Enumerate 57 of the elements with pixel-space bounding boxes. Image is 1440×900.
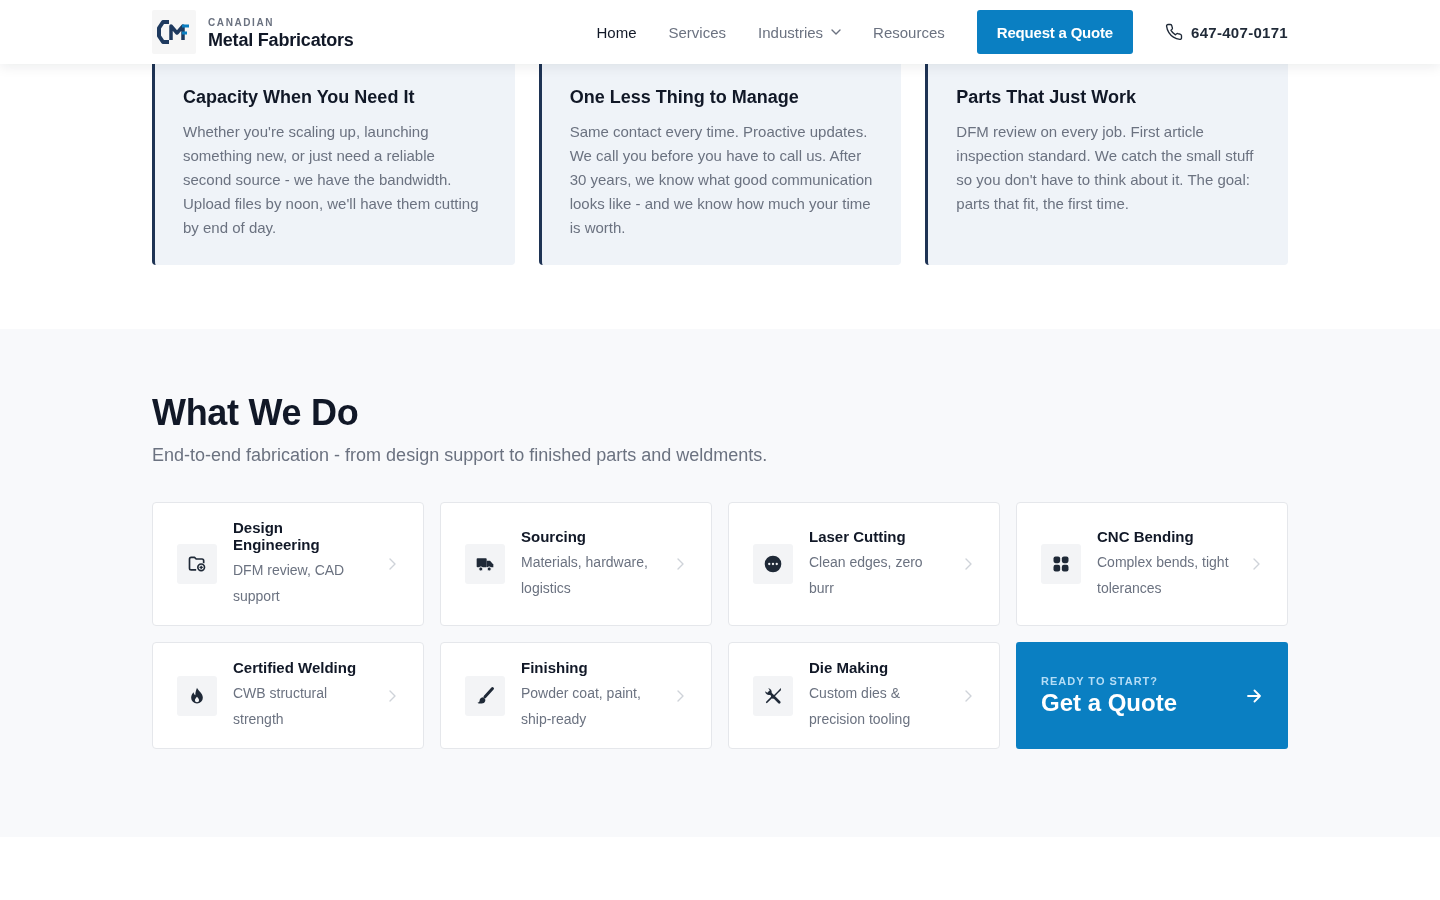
section-heading: What We Do: [152, 391, 360, 435]
logo-wordmark[interactable]: Metal Fabricators: [208, 30, 354, 49]
nav-link[interactable]: Industries: [758, 23, 842, 41]
service-description: CWB structural strength: [233, 684, 329, 729]
service-card[interactable]: Laser Cutting Clean edges, zero burr: [728, 502, 1000, 626]
cta-eyebrow: READY TO START?: [1041, 673, 1160, 688]
logo-mark-icon[interactable]: [152, 10, 196, 54]
request-quote-button[interactable]: Request a Quote: [976, 10, 1133, 54]
feature-title: Parts That Just Work: [956, 86, 1138, 109]
service-description: Complex bends, tight tolerances: [1097, 552, 1230, 598]
paintbrush-icon: [465, 675, 505, 716]
arrow-right-icon: [1247, 688, 1261, 703]
phone-link[interactable]: 647-407-0171: [1165, 23, 1288, 41]
feature-text: Same contact every time. Proactive updates. We call you before you have to call us. After 30 years, we know what good communication looks like - and we know how much your time is worth.: [569, 122, 874, 238]
chevron-right-icon: [965, 558, 972, 570]
service-title: Design Engineering: [233, 519, 321, 553]
service-description: Custom dies & precision tooling: [809, 684, 912, 729]
chevron-right-icon: [677, 558, 684, 570]
service-title: Laser Cutting: [809, 527, 907, 545]
service-title: Sourcing: [521, 527, 587, 545]
flame-icon: [177, 675, 217, 716]
nav-link[interactable]: Resources: [873, 23, 945, 41]
service-card[interactable]: Certified Welding CWB structural strength: [152, 642, 424, 749]
service-card[interactable]: Design Engineering DFM review, CAD support: [152, 502, 424, 626]
feature-title: Capacity When You Need It: [183, 86, 416, 109]
caret-icon: [831, 29, 842, 35]
chevron-right-icon: [389, 689, 396, 702]
chevron-right-icon: [965, 689, 972, 702]
section-subheading: End-to-end fabrication - from design support to finished parts and weldments.: [152, 444, 769, 467]
chevron-right-icon: [389, 558, 396, 570]
folder-plus-icon: [177, 544, 217, 584]
wrench-screwdriver-icon: [753, 675, 793, 716]
feature-text: Whether you're scaling up, launching something new, or just need a reliable second source - we have the bandwidth. Upload files by noon, we'll have them cutting by end of day.: [183, 122, 480, 238]
feature-text: DFM review on every job. First article inspection standard. We catch the small stuff so you don't have to think about it. The goal: parts that fit, the first time.: [956, 122, 1255, 214]
service-title: Certified Welding: [233, 659, 358, 676]
get-quote-card[interactable]: READY TO START? Get a Quote: [1016, 642, 1288, 749]
service-card[interactable]: Sourcing Materials, hardware, logistics: [440, 502, 712, 626]
service-title: CNC Bending: [1097, 527, 1195, 545]
chevron-right-icon: [1253, 558, 1260, 570]
grid-icon: [1041, 544, 1081, 584]
nav-link[interactable]: Services: [668, 23, 727, 41]
service-title: Finishing: [521, 659, 589, 676]
chevron-right-icon: [677, 689, 684, 702]
service-description: Materials, hardware, logistics: [521, 552, 649, 598]
service-description: Clean edges, zero burr: [809, 552, 924, 598]
service-description: Powder coat, paint, ship-ready: [521, 684, 642, 729]
service-card[interactable]: Finishing Powder coat, paint, ship-ready: [440, 642, 712, 749]
service-description: DFM review, CAD support: [233, 561, 346, 606]
logo-tagline: CANADIAN: [208, 17, 276, 28]
feature-title: One Less Thing to Manage: [569, 86, 800, 109]
cta-title: Get a Quote: [1041, 687, 1178, 718]
service-title: Die Making: [809, 659, 890, 676]
service-card[interactable]: Die Making Custom dies & precision tooling: [728, 642, 1000, 749]
service-card[interactable]: CNC Bending Complex bends, tight tolerances: [1016, 502, 1288, 626]
nav-link[interactable]: Home: [596, 23, 637, 41]
truck-icon: [465, 544, 505, 584]
phone-icon: [1165, 23, 1183, 41]
